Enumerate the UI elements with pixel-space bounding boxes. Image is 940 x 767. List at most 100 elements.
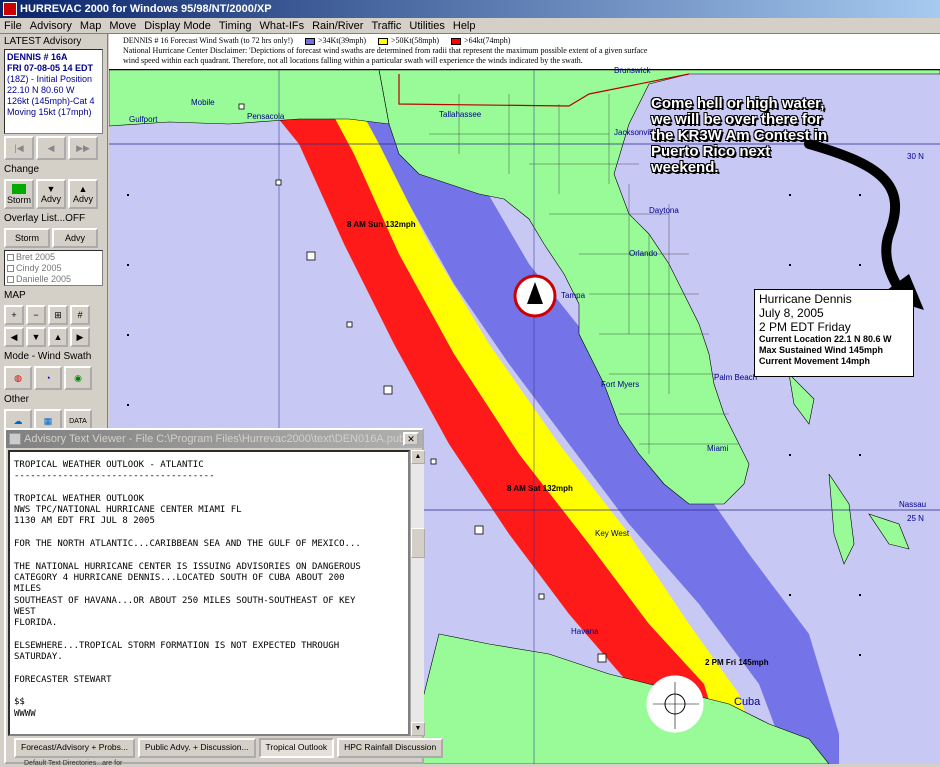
scroll-thumb[interactable] <box>411 528 425 558</box>
tab-hpc-rainfall[interactable]: HPC Rainfall Discussion <box>337 738 444 758</box>
checkbox-icon[interactable] <box>7 254 14 262</box>
other-label: Other <box>4 394 30 405</box>
menu-traffic[interactable]: Traffic <box>367 18 405 34</box>
menu-map[interactable]: Map <box>76 18 105 34</box>
change-advy-label: Advy <box>72 194 93 204</box>
advisory-text-viewer[interactable]: Advisory Text Viewer - File C:\Program F… <box>4 428 444 767</box>
city-label: Miami <box>707 444 729 453</box>
arrow-down-icon: ▼ <box>46 184 56 194</box>
change-storm-button[interactable]: Storm <box>4 179 34 209</box>
zoom-out-icon[interactable]: − <box>26 305 46 325</box>
advisory-line: DENNIS # 16A <box>7 52 68 62</box>
city-label: Tampa <box>561 291 586 300</box>
wind-field-icon[interactable]: ◉ <box>64 366 92 390</box>
city-label: Brunswick <box>614 66 651 75</box>
vertical-scrollbar[interactable]: ▲ ▼ <box>410 450 425 736</box>
tab-tropical-outlook[interactable]: Tropical Outlook <box>258 738 335 758</box>
storm-date: July 8, 2005 <box>759 306 824 320</box>
swath-heading: DENNIS # 16 Forecast Wind Swath (to 72 h… <box>123 36 293 45</box>
city-label: Orlando <box>629 249 658 258</box>
menu-utilities[interactable]: Utilities <box>405 18 448 34</box>
menu-timing[interactable]: Timing <box>215 18 256 34</box>
city-label: Nassau <box>899 500 927 509</box>
arrow-up-icon: ▲ <box>78 184 88 194</box>
window-titlebar[interactable]: HURREVAC 2000 for Windows 95/98/NT/2000/… <box>0 0 940 18</box>
legend-label: >64kt(74mph) <box>464 36 511 45</box>
change-label: Change <box>4 164 40 175</box>
storm-name: Cindy 2005 <box>16 263 62 273</box>
storm-info-box: Hurricane Dennis July 8, 2005 2 PM EDT F… <box>754 289 914 377</box>
advisory-line: FRI 07-08-05 14 EDT <box>7 63 94 73</box>
checkbox-icon[interactable] <box>7 265 14 273</box>
storm-time: 2 PM EDT Friday <box>759 320 851 334</box>
zoom-box-icon[interactable]: ⊞ <box>48 305 68 325</box>
map-buttons-row2: ◀ ▼ ▲ ▶ <box>4 327 103 347</box>
legend-swatch <box>451 37 462 45</box>
city-label: Havana <box>571 627 599 636</box>
lat-label: 25 N <box>907 514 924 523</box>
checkbox-icon[interactable] <box>7 276 14 284</box>
legend-label: >34Kt(39mph) <box>317 36 367 45</box>
overlay-storm-button[interactable]: Storm <box>4 228 50 248</box>
viewer-titlebar[interactable]: Advisory Text Viewer - File C:\Program F… <box>6 430 422 448</box>
storm-name: Danielle 2005 <box>16 274 72 284</box>
viewer-tabs: Forecast/Advisory + Probs... Public Advy… <box>8 738 444 758</box>
viewer-title: Advisory Text Viewer - File C:\Program F… <box>24 433 406 445</box>
advisory-line: Moving 15kt (17mph) <box>7 107 92 117</box>
city-label: Mobile <box>191 98 215 107</box>
list-item[interactable]: Bret 2005 <box>7 252 100 263</box>
change-advy-label: Advy <box>40 194 61 204</box>
change-buttons: Storm ▼ Advy ▲ Advy <box>4 179 103 209</box>
pan-right-icon[interactable]: ▶ <box>70 327 90 347</box>
list-item[interactable]: Danielle 2005 <box>7 274 100 285</box>
viewer-app-icon <box>9 433 21 445</box>
city-label: Tallahassee <box>439 110 482 119</box>
advisory-text[interactable]: TROPICAL WEATHER OUTLOOK - ATLANTIC ----… <box>8 450 410 736</box>
city-label: Daytona <box>649 206 679 215</box>
forecast-point-sat <box>474 525 484 535</box>
city-label: Pensacola <box>247 112 285 121</box>
menu-display-mode[interactable]: Display Mode <box>140 18 215 34</box>
forecast-label: 2 PM Fri 145mph <box>705 658 769 667</box>
menu-advisory[interactable]: Advisory <box>26 18 76 34</box>
menu-help[interactable]: Help <box>449 18 480 34</box>
scroll-down-icon[interactable]: ▼ <box>411 722 425 736</box>
close-icon[interactable]: ✕ <box>403 432 419 446</box>
legend-34kt: >34Kt(39mph) <box>304 36 367 45</box>
tab-public-advisory[interactable]: Public Advy. + Discussion... <box>138 738 256 758</box>
storm-overlay-list[interactable]: Bret 2005 Cindy 2005 Danielle 2005 <box>4 250 103 286</box>
change-advy-up-button[interactable]: ▲ Advy <box>68 179 98 209</box>
storm-wind: Max Sustained Wind 145mph <box>759 345 883 355</box>
city-label: Cuba <box>734 696 761 708</box>
track-mode-icon[interactable]: ◍ <box>4 366 32 390</box>
zoom-in-icon[interactable]: + <box>4 305 24 325</box>
pan-up-icon[interactable]: ▲ <box>48 327 68 347</box>
bahamas-island <box>828 473 855 565</box>
legend-swatch <box>378 37 389 45</box>
tab-forecast-advisory[interactable]: Forecast/Advisory + Probs... <box>14 738 135 758</box>
scroll-up-icon[interactable]: ▲ <box>411 450 425 464</box>
legend-swatch <box>304 37 315 45</box>
first-advisory-button[interactable]: |◀ <box>4 136 34 160</box>
map-grid-icon[interactable]: # <box>70 305 90 325</box>
menu-rain-river[interactable]: Rain/River <box>308 18 367 34</box>
track-point <box>275 179 282 186</box>
menu-move[interactable]: Move <box>105 18 140 34</box>
menu-what-ifs[interactable]: What-IFs <box>255 18 308 34</box>
menu-file[interactable]: File <box>0 18 26 34</box>
pan-left-icon[interactable]: ◀ <box>4 327 24 347</box>
track-point <box>346 321 353 328</box>
prev-advisory-button[interactable]: ◀ <box>36 136 66 160</box>
pan-down-icon[interactable]: ▼ <box>26 327 46 347</box>
overlay-advy-button[interactable]: Advy <box>52 228 98 248</box>
mode-label: Mode - Wind Swath <box>4 351 92 362</box>
overlay-buttons: Storm Advy <box>4 228 103 248</box>
change-advy-down-button[interactable]: ▼ Advy <box>36 179 66 209</box>
list-item[interactable]: Cindy 2005 <box>7 263 100 274</box>
storm-name: Hurricane Dennis <box>759 292 852 306</box>
bahamas-island <box>788 373 815 425</box>
next-advisory-button[interactable]: ▶▶ <box>68 136 98 160</box>
wind-swath-icon[interactable]: ◔ <box>34 366 62 390</box>
advisory-nav-buttons: |◀ ◀ ▶▶ <box>4 136 103 160</box>
legend-64kt: >64kt(74mph) <box>451 36 510 45</box>
